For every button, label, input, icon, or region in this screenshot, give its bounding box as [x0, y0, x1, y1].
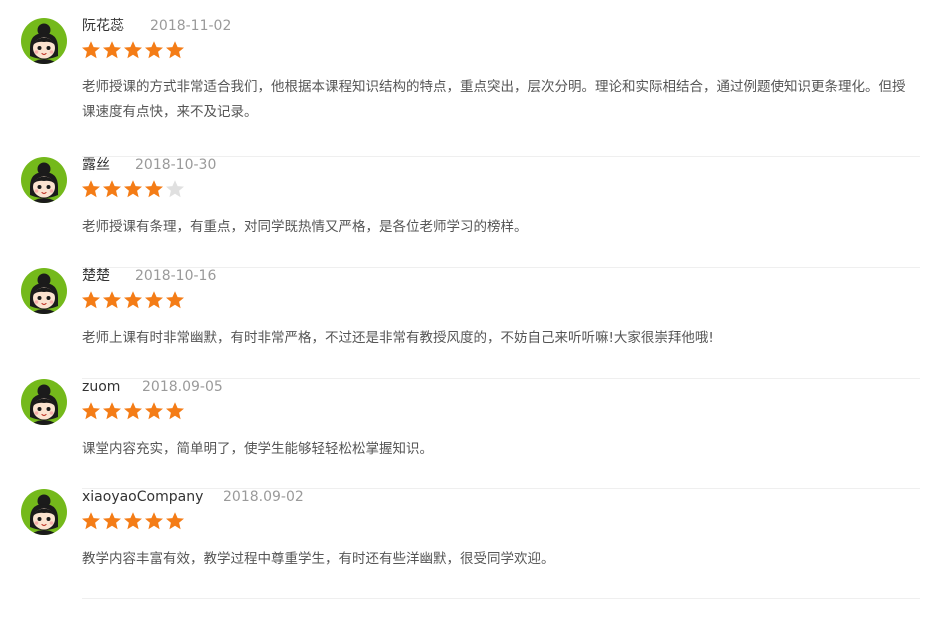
- star-filled-icon: [144, 179, 165, 199]
- star-filled-icon: [144, 401, 165, 421]
- star-filled-icon: [102, 401, 123, 421]
- star-filled-icon: [123, 511, 144, 531]
- review-content: 课堂内容充实，简单明了，使学生能够轻轻松松掌握知识。: [82, 441, 433, 457]
- star-filled-icon: [165, 40, 186, 60]
- avatar[interactable]: [21, 268, 67, 314]
- review-content: 教学内容丰富有效，教学过程中尊重学生，有时还有些洋幽默，很受同学欢迎。: [82, 551, 555, 567]
- review-content: 老师上课有时非常幽默，有时非常严格，不过还是非常有教授风度的，不妨自己来听听嘛!…: [82, 330, 714, 346]
- star-filled-icon: [165, 290, 186, 310]
- star-filled-icon: [144, 290, 165, 310]
- reviewer-name: xiaoyaoCompany: [82, 489, 204, 505]
- rating-stars: [81, 401, 186, 421]
- star-filled-icon: [81, 401, 102, 421]
- review-date: 2018.09-05: [142, 379, 223, 395]
- avatar[interactable]: [21, 157, 67, 203]
- star-filled-icon: [102, 179, 123, 199]
- rating-stars: [81, 179, 186, 199]
- star-filled-icon: [123, 179, 144, 199]
- review-date: 2018-10-16: [135, 268, 217, 284]
- review-date: 2018-11-02: [150, 18, 232, 34]
- star-filled-icon: [144, 40, 165, 60]
- review-content: 老师授课的方式非常适合我们，他根据本课程知识结构的特点，重点突出，层次分明。理论…: [82, 79, 906, 120]
- reviewer-name: 阮花蕊: [82, 18, 124, 34]
- star-filled-icon: [81, 179, 102, 199]
- star-filled-icon: [123, 40, 144, 60]
- star-empty-icon: [165, 179, 186, 199]
- rating-stars: [81, 511, 186, 531]
- divider: [82, 598, 920, 599]
- avatar[interactable]: [21, 18, 67, 64]
- review-date: 2018.09-02: [223, 489, 304, 505]
- divider: [82, 488, 920, 489]
- rating-stars: [81, 40, 186, 60]
- star-filled-icon: [81, 511, 102, 531]
- review-content: 老师授课有条理，有重点，对同学既热情又严格，是各位老师学习的榜样。: [82, 219, 528, 235]
- star-filled-icon: [165, 401, 186, 421]
- star-filled-icon: [81, 290, 102, 310]
- star-filled-icon: [102, 40, 123, 60]
- rating-stars: [81, 290, 186, 310]
- reviewer-name: 露丝: [82, 157, 110, 173]
- star-filled-icon: [102, 290, 123, 310]
- review-date: 2018-10-30: [135, 157, 217, 173]
- avatar[interactable]: [21, 489, 67, 535]
- star-filled-icon: [123, 401, 144, 421]
- star-filled-icon: [165, 511, 186, 531]
- star-filled-icon: [144, 511, 165, 531]
- star-filled-icon: [102, 511, 123, 531]
- avatar[interactable]: [21, 379, 67, 425]
- reviewer-name: zuom: [82, 379, 121, 395]
- star-filled-icon: [123, 290, 144, 310]
- star-filled-icon: [81, 40, 102, 60]
- reviewer-name: 楚楚: [82, 268, 110, 284]
